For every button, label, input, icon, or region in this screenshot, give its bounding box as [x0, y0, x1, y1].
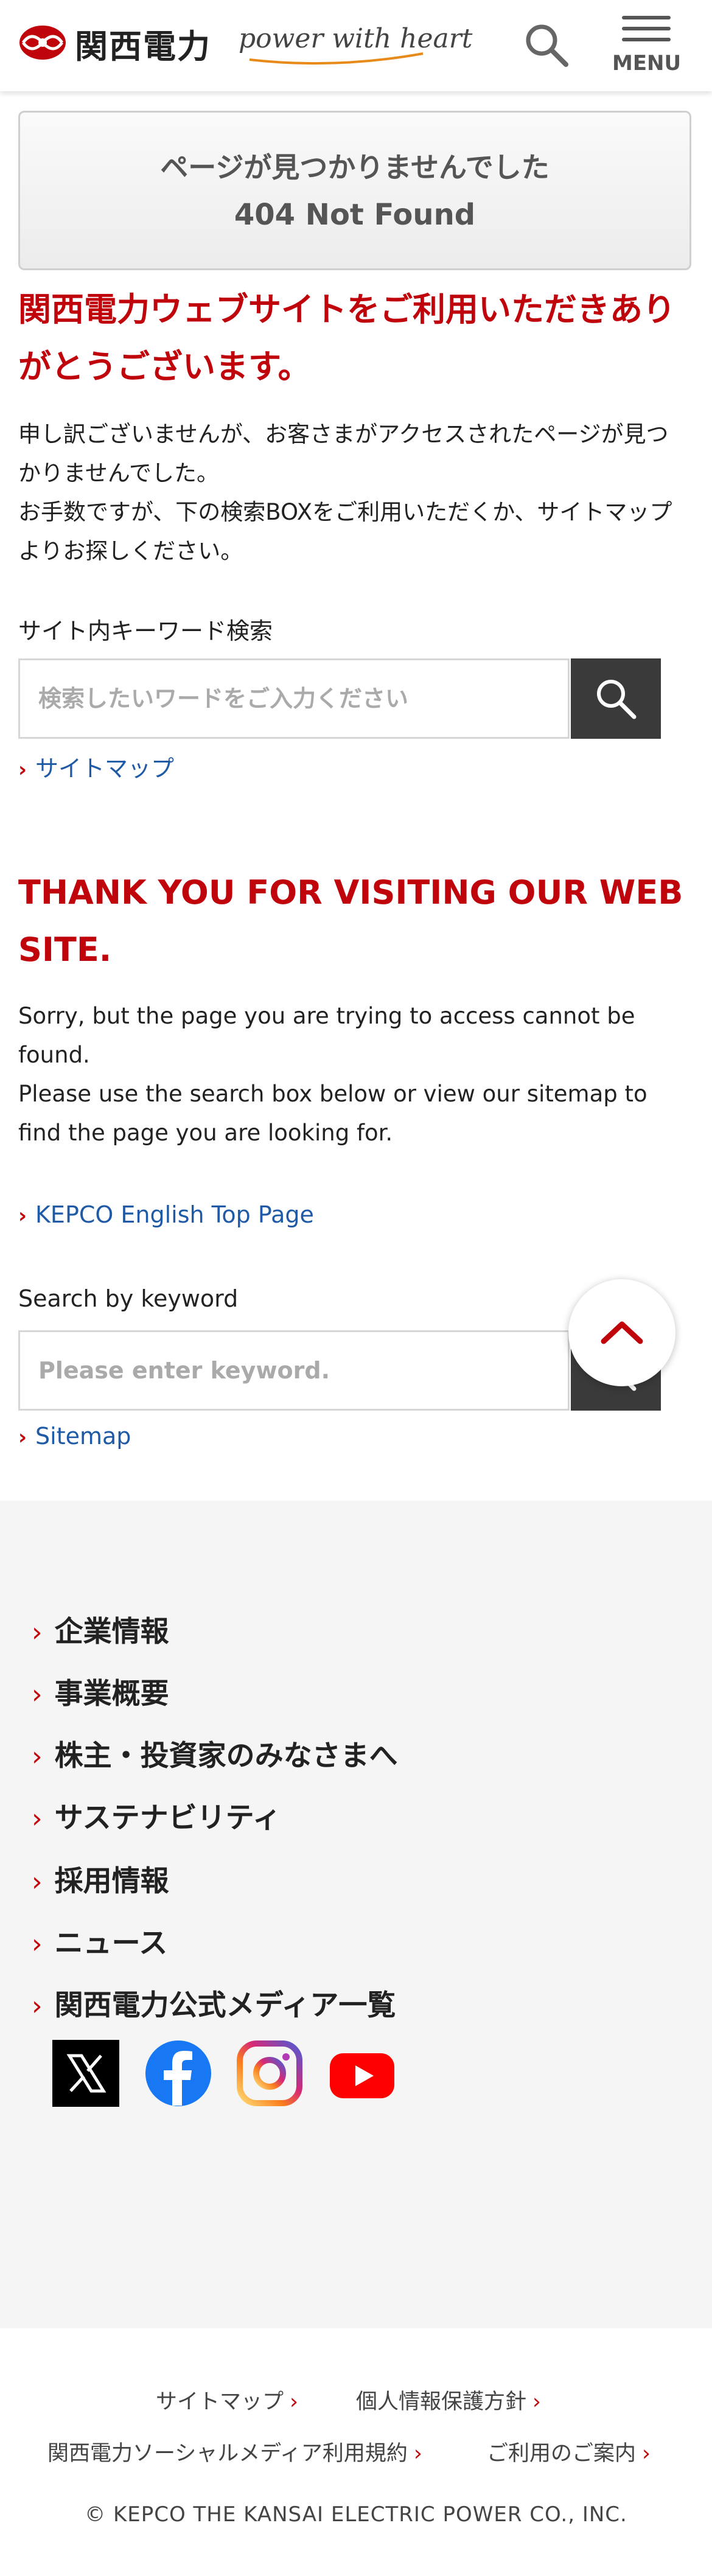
en-message-line: find the page you are looking for.: [18, 1120, 393, 1146]
english-top-page-label: KEPCO English Top Page: [35, 1201, 314, 1228]
footer-nav-sustainability[interactable]: › サステナビリティ: [32, 1794, 281, 1836]
footer-nav-label: 事業概要: [54, 1677, 169, 1711]
en-sitemap-link[interactable]: › Sitemap: [18, 1423, 131, 1450]
not-found-box: ページが見つかりませんでした 404 Not Found: [18, 111, 691, 270]
jp-search-input[interactable]: [20, 660, 568, 737]
chevron-right-icon: ›: [290, 2390, 299, 2414]
footer-link-label: 個人情報保護方針: [356, 2390, 527, 2414]
search-icon: [597, 680, 637, 719]
tagline-swoosh-icon: [249, 52, 424, 65]
footer-nav-label: 企業情報: [54, 1615, 169, 1649]
chevron-right-icon: ›: [18, 758, 27, 782]
jp-sitemap-link[interactable]: › サイトマップ: [18, 750, 174, 783]
copyright: © KEPCO THE KANSAI ELECTRIC POWER CO., I…: [85, 2502, 627, 2527]
x-icon: [52, 2040, 119, 2107]
youtube-icon: [330, 2053, 394, 2098]
chevron-right-icon: ›: [32, 1991, 43, 2022]
footer-nav-recruit[interactable]: › 採用情報: [32, 1857, 169, 1899]
footer-privacy-link[interactable]: 個人情報保護方針 ›: [356, 2384, 541, 2415]
site-header: 関西電力 power with heart MENU: [0, 0, 712, 91]
jp-search-submit-button[interactable]: [571, 658, 661, 739]
chevron-right-icon: ›: [32, 1929, 43, 1960]
header-search-button[interactable]: [522, 21, 571, 69]
hamburger-bar: [622, 38, 671, 41]
en-heading: THANK YOU FOR VISITING OUR WEB SITE.: [18, 864, 694, 979]
footer-nav-corporate[interactable]: › 企業情報: [32, 1608, 169, 1650]
footer-social-policy-link[interactable]: 関西電力ソーシャルメディア利用規約 ›: [47, 2436, 422, 2467]
jp-sitemap-label: サイトマップ: [35, 755, 175, 782]
jp-heading: 関西電力ウェブサイトをご利用いただきあり がとうございます。: [18, 281, 694, 396]
en-message-line: Sorry, but the page you are trying to ac…: [18, 1003, 635, 1029]
en-search-field[interactable]: [18, 1330, 570, 1411]
jp-message-line: 申し訳ございませんが、お客さまがアクセスされたページが見つ: [18, 421, 669, 447]
chevron-right-icon: ›: [32, 1617, 43, 1648]
page-top-button[interactable]: [568, 1279, 675, 1386]
footer-nav-news[interactable]: › ニュース: [32, 1919, 167, 1961]
jp-heading-line: 関西電力ウェブサイトをご利用いただきあり: [18, 290, 675, 329]
x-link[interactable]: [52, 2040, 119, 2107]
hamburger-bar: [622, 27, 671, 30]
jp-search-field[interactable]: [18, 658, 570, 739]
chevron-right-icon: ›: [32, 1803, 43, 1834]
english-top-page-link[interactable]: › KEPCO English Top Page: [18, 1201, 314, 1228]
logo-text: 関西電力: [75, 27, 211, 66]
en-message-line: Please use the search box below or view …: [18, 1081, 647, 1107]
footer-link-label: ご利用のご案内: [487, 2442, 637, 2466]
hamburger-bar: [622, 16, 671, 19]
chevron-right-icon: ›: [18, 1204, 27, 1228]
chevron-up-icon: [601, 1321, 643, 1344]
chevron-right-icon: ›: [642, 2442, 651, 2466]
jp-search-label: サイト内キーワード検索: [18, 618, 273, 644]
footer-nav-label: サステナビリティ: [54, 1801, 281, 1835]
footer-nav-investors[interactable]: › 株主・投資家のみなさまへ: [32, 1732, 398, 1774]
jp-heading-line: がとうございます。: [18, 347, 311, 386]
menu-button[interactable]: MENU: [612, 13, 682, 80]
not-found-title: ページが見つかりませんでした: [160, 151, 550, 184]
footer-nav-media[interactable]: › 関西電力公式メディア一覧: [32, 1981, 396, 2023]
en-heading-line: SITE.: [18, 930, 112, 969]
footer-link-label: 関西電力ソーシャルメディア利用規約: [47, 2442, 408, 2466]
footer-sitemap-link[interactable]: サイトマップ ›: [156, 2384, 298, 2415]
facebook-icon: [145, 2040, 211, 2106]
chevron-right-icon: ›: [532, 2390, 542, 2414]
chevron-right-icon: ›: [32, 1679, 43, 1710]
en-search-input[interactable]: [20, 1332, 568, 1409]
en-message-line: found.: [18, 1042, 90, 1068]
not-found-code: 404 Not Found: [234, 198, 476, 232]
footer-nav-business[interactable]: › 事業概要: [32, 1670, 169, 1712]
footer-terms-link[interactable]: ご利用のご案内 ›: [487, 2436, 651, 2467]
footer-nav-label: 採用情報: [54, 1865, 169, 1898]
jp-message-line: かりませんでした。: [18, 460, 220, 486]
facebook-link[interactable]: [145, 2040, 212, 2107]
instagram-icon: [237, 2040, 302, 2106]
youtube-link[interactable]: [329, 2040, 396, 2107]
menu-label: MENU: [612, 51, 682, 75]
kepco-logo-icon: [19, 26, 66, 60]
en-message: Sorry, but the page you are trying to ac…: [18, 997, 694, 1153]
chevron-right-icon: ›: [413, 2442, 422, 2466]
en-search-label: Search by keyword: [18, 1285, 239, 1312]
jp-message-line: お手数ですが、下の検索BOXをご利用いただくか、サイトマップ: [18, 499, 672, 525]
instagram-link[interactable]: [236, 2040, 303, 2107]
chevron-right-icon: ›: [18, 1425, 27, 1450]
footer-nav-label: 株主・投資家のみなさまへ: [54, 1739, 398, 1773]
jp-message: 申し訳ございませんが、お客さまがアクセスされたページが見つ かりませんでした。 …: [18, 415, 694, 571]
chevron-right-icon: ›: [32, 1866, 43, 1897]
footer-nav-label: 関西電力公式メディア一覧: [54, 1989, 396, 2022]
footer-link-label: サイトマップ: [156, 2390, 284, 2414]
en-heading-line: THANK YOU FOR VISITING OUR WEB: [18, 873, 683, 912]
search-icon: [526, 24, 568, 67]
footer-nav-label: ニュース: [54, 1927, 168, 1960]
en-sitemap-label: Sitemap: [35, 1423, 131, 1450]
jp-message-line: よりお探しください。: [18, 538, 243, 564]
chevron-right-icon: ›: [32, 1741, 43, 1772]
